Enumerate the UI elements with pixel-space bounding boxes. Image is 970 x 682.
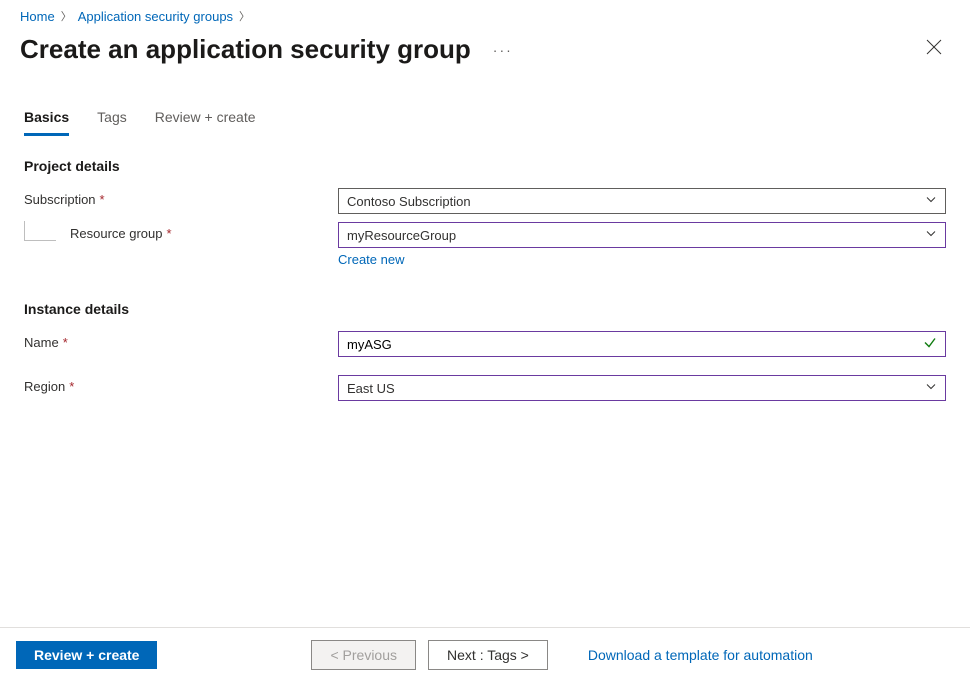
region-select[interactable]: East US [338,375,946,401]
label-subscription: Subscription [24,192,96,207]
review-create-button[interactable]: Review + create [16,641,157,669]
row-resource-group: Resource group * myResourceGroup Create … [0,214,970,267]
subscription-value: Contoso Subscription [347,194,471,209]
required-indicator: * [100,192,105,207]
tab-review-create[interactable]: Review + create [155,109,256,136]
region-value: East US [347,381,395,396]
page-title: Create an application security group [20,34,471,65]
chevron-down-icon [925,381,937,396]
tab-basics[interactable]: Basics [24,109,69,136]
section-instance-details: Instance details [0,267,970,323]
next-button[interactable]: Next : Tags > [428,640,548,670]
required-indicator: * [69,379,74,394]
label-resource-group: Resource group [70,226,163,241]
breadcrumb-home-link[interactable]: Home [20,9,55,24]
row-region: Region * East US [0,357,970,401]
chevron-down-icon [925,194,937,209]
row-subscription: Subscription * Contoso Subscription [0,180,970,214]
close-icon[interactable] [918,35,950,64]
footer-bar: Review + create < Previous Next : Tags >… [0,627,970,682]
download-template-link[interactable]: Download a template for automation [588,647,813,663]
label-name: Name [24,335,59,350]
label-region: Region [24,379,65,394]
previous-button: < Previous [311,640,416,670]
name-input-wrapper [338,331,946,357]
resource-group-value: myResourceGroup [347,228,456,243]
check-icon [923,336,937,353]
page-header: Create an application security group ··· [0,28,970,75]
breadcrumb: Home 〉 Application security groups 〉 [0,0,970,28]
breadcrumb-asg-link[interactable]: Application security groups [78,9,233,24]
name-input[interactable] [347,337,937,352]
chevron-right-icon: 〉 [61,8,72,24]
resource-group-select[interactable]: myResourceGroup [338,222,946,248]
tree-connector [24,221,56,241]
subscription-select[interactable]: Contoso Subscription [338,188,946,214]
chevron-right-icon: 〉 [239,8,250,24]
create-new-link[interactable]: Create new [338,252,404,267]
required-indicator: * [63,335,68,350]
more-actions-icon[interactable]: ··· [493,42,513,58]
section-project-details: Project details [0,136,970,180]
tab-tags[interactable]: Tags [97,109,127,136]
chevron-down-icon [925,228,937,243]
row-name: Name * [0,323,970,357]
tab-bar: Basics Tags Review + create [0,75,970,136]
required-indicator: * [167,226,172,241]
